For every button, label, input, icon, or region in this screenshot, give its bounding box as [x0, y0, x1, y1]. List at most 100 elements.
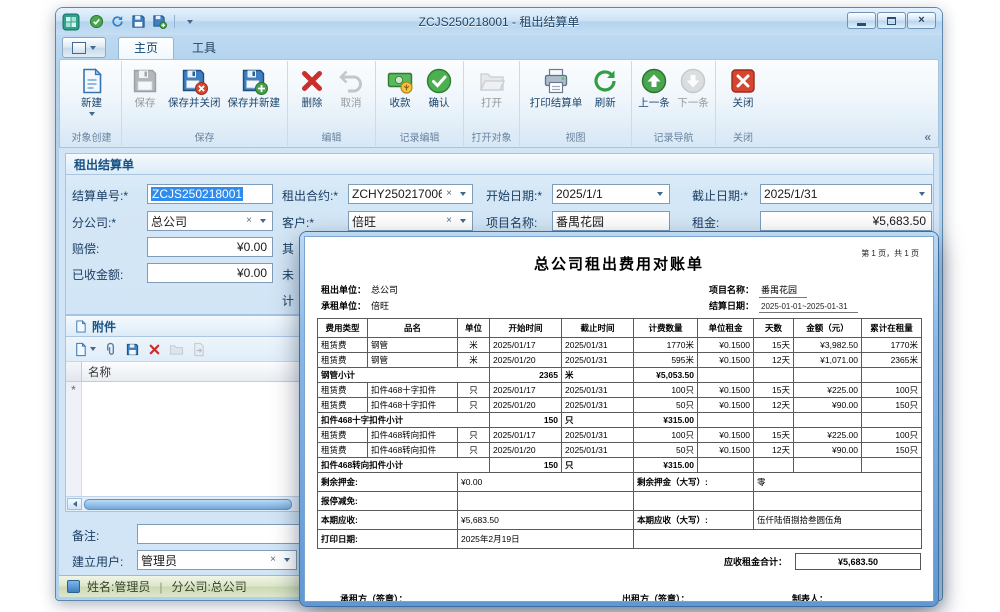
- table-row: 租赁费扣件468转向扣件只2025/01/172025/01/31100只¥0.…: [318, 428, 922, 443]
- desktop: ZCJS250218001 - 租出结算单 × 主页 工具: [0, 0, 1000, 612]
- print-settlement-button[interactable]: 打印结算单: [527, 63, 586, 112]
- print-settlement-button-label: 打印结算单: [530, 97, 583, 110]
- customer-combobox[interactable]: 倍旺 ×: [348, 211, 473, 231]
- cancel-button[interactable]: 取消: [332, 63, 370, 112]
- subtotal-amount: ¥5,053.50: [634, 368, 698, 383]
- cell: ¥0.1500: [698, 398, 754, 413]
- cell: 扣件468十字扣件: [368, 383, 458, 398]
- cell: [862, 368, 922, 383]
- cell: 2025/01/20: [490, 353, 562, 368]
- subtotal-qty: 150: [490, 458, 562, 473]
- subtotal-unit: 只: [562, 413, 634, 428]
- page-info: 第 1 页，共 1 页: [861, 248, 919, 259]
- chevron-down-icon[interactable]: [456, 192, 469, 196]
- new-button[interactable]: 新建: [73, 63, 111, 118]
- attachment-export-button[interactable]: [191, 340, 206, 358]
- attachment-attach-button[interactable]: [103, 340, 118, 358]
- start-date-picker[interactable]: 2025/1/1: [552, 184, 670, 204]
- confirm-button[interactable]: 确认: [420, 63, 458, 112]
- save-and-close-button[interactable]: 保存并关闭: [165, 63, 224, 112]
- attachment-save-button[interactable]: [125, 340, 140, 358]
- open-button[interactable]: 打开: [473, 63, 511, 112]
- qat-save-new-button[interactable]: [150, 13, 168, 31]
- ribbon-group-open-object: 打开 打开对象: [464, 61, 520, 146]
- project-value: 番禺花园: [556, 213, 666, 230]
- maximize-button[interactable]: [877, 12, 906, 29]
- minimize-button[interactable]: [847, 12, 876, 29]
- close-icon: ×: [918, 15, 924, 26]
- delete-button[interactable]: 删除: [293, 63, 331, 112]
- end-date-picker[interactable]: 2025/1/31: [760, 184, 932, 204]
- refresh-button[interactable]: 刷新: [586, 63, 624, 112]
- attachment-open-button[interactable]: [169, 340, 184, 358]
- attachment-new-button[interactable]: [73, 340, 96, 358]
- cell: 租赁费: [318, 338, 368, 353]
- next-record-button[interactable]: 下一条: [674, 63, 712, 112]
- attachment-delete-button[interactable]: [147, 340, 162, 358]
- contract-combobox[interactable]: ZCHY250217006 ×: [348, 184, 473, 204]
- close-form-button[interactable]: 关闭: [724, 63, 762, 112]
- clear-icon[interactable]: ×: [242, 216, 256, 226]
- branch-combobox[interactable]: 总公司 ×: [147, 211, 273, 231]
- col-header: 计费数量: [634, 319, 698, 338]
- period-label: 结算日期：: [709, 299, 754, 312]
- cell: [794, 458, 862, 473]
- chevron-down-icon[interactable]: [256, 219, 269, 223]
- confirm-check-icon: [425, 67, 453, 95]
- clear-icon[interactable]: ×: [266, 555, 280, 565]
- rent-input[interactable]: ¥5,683.50: [760, 211, 932, 231]
- cell: 只: [458, 383, 490, 398]
- close-window-button[interactable]: ×: [907, 12, 936, 29]
- qat-confirm-button[interactable]: [87, 13, 105, 31]
- cell: ¥225.00: [794, 428, 862, 443]
- cell: 595米: [634, 353, 698, 368]
- save-close-icon: [180, 67, 208, 95]
- cell: [754, 368, 794, 383]
- received-input[interactable]: ¥0.00: [147, 263, 273, 283]
- subtotal-row: 扣件468转向扣件小计 150 只 ¥315.00: [318, 458, 922, 473]
- chevron-down-icon[interactable]: [456, 219, 469, 223]
- previous-record-button[interactable]: 上一条: [635, 63, 673, 112]
- application-menu-button[interactable]: [62, 37, 106, 58]
- titlebar[interactable]: ZCJS250218001 - 租出结算单 ×: [56, 8, 942, 35]
- collect-payment-button[interactable]: 收款: [381, 63, 419, 112]
- save-button[interactable]: 保存: [126, 63, 164, 112]
- scroll-left-button[interactable]: [67, 498, 82, 510]
- chevron-down-icon[interactable]: [280, 558, 293, 562]
- report-page: 第 1 页，共 1 页 总公司租出费用对账单 租出单位： 总公司 承租单位： 倍…: [304, 236, 934, 602]
- cell: [862, 458, 922, 473]
- qat-refresh-button[interactable]: [108, 13, 126, 31]
- cell: 12天: [754, 443, 794, 458]
- qat-save-button[interactable]: [129, 13, 147, 31]
- qat-customize-button[interactable]: [181, 13, 199, 31]
- ribbon-group-label: 记录导航: [632, 129, 715, 144]
- collect-payment-button-label: 收款: [390, 97, 411, 110]
- project-input[interactable]: 番禺花园: [552, 211, 670, 231]
- cell: 100只: [862, 428, 922, 443]
- chevron-down-icon[interactable]: [653, 192, 666, 196]
- cancel-button-label: 取消: [341, 97, 362, 110]
- compensation-label: 赔偿:: [72, 240, 99, 257]
- table-row: 租赁费钢管米2025/01/202025/01/31595米¥0.150012天…: [318, 353, 922, 368]
- delete-icon: [298, 67, 326, 95]
- ribbon-collapse-button[interactable]: «: [924, 130, 931, 144]
- ribbon-group-object-create: 新建 对象创建: [62, 61, 122, 146]
- created-by-combobox[interactable]: 管理员 ×: [137, 550, 297, 570]
- tab-home[interactable]: 主页: [118, 37, 174, 59]
- cell: 2025/01/17: [490, 338, 562, 353]
- ribbon-group-label: 编辑: [288, 129, 375, 144]
- cell: 2025/01/31: [562, 383, 634, 398]
- window-controls: ×: [847, 12, 936, 29]
- save-and-new-button[interactable]: 保存并新建: [225, 63, 284, 112]
- clear-icon[interactable]: ×: [442, 216, 456, 226]
- scrollbar-thumb[interactable]: [84, 499, 292, 510]
- cell: 2025/01/20: [490, 443, 562, 458]
- report-signatures: 承租方（签章）： 出租方（签章）： 制表人： 日期： 日期：: [317, 592, 921, 602]
- clear-icon[interactable]: ×: [442, 189, 456, 199]
- compensation-input[interactable]: ¥0.00: [147, 237, 273, 257]
- tab-tools[interactable]: 工具: [176, 37, 232, 59]
- report-preview-window[interactable]: 第 1 页，共 1 页 总公司租出费用对账单 租出单位： 总公司 承租单位： 倍…: [300, 232, 938, 606]
- settlement-no-input[interactable]: ZCJS250218001: [147, 184, 273, 204]
- cell: 50只: [634, 443, 698, 458]
- chevron-down-icon[interactable]: [915, 192, 928, 196]
